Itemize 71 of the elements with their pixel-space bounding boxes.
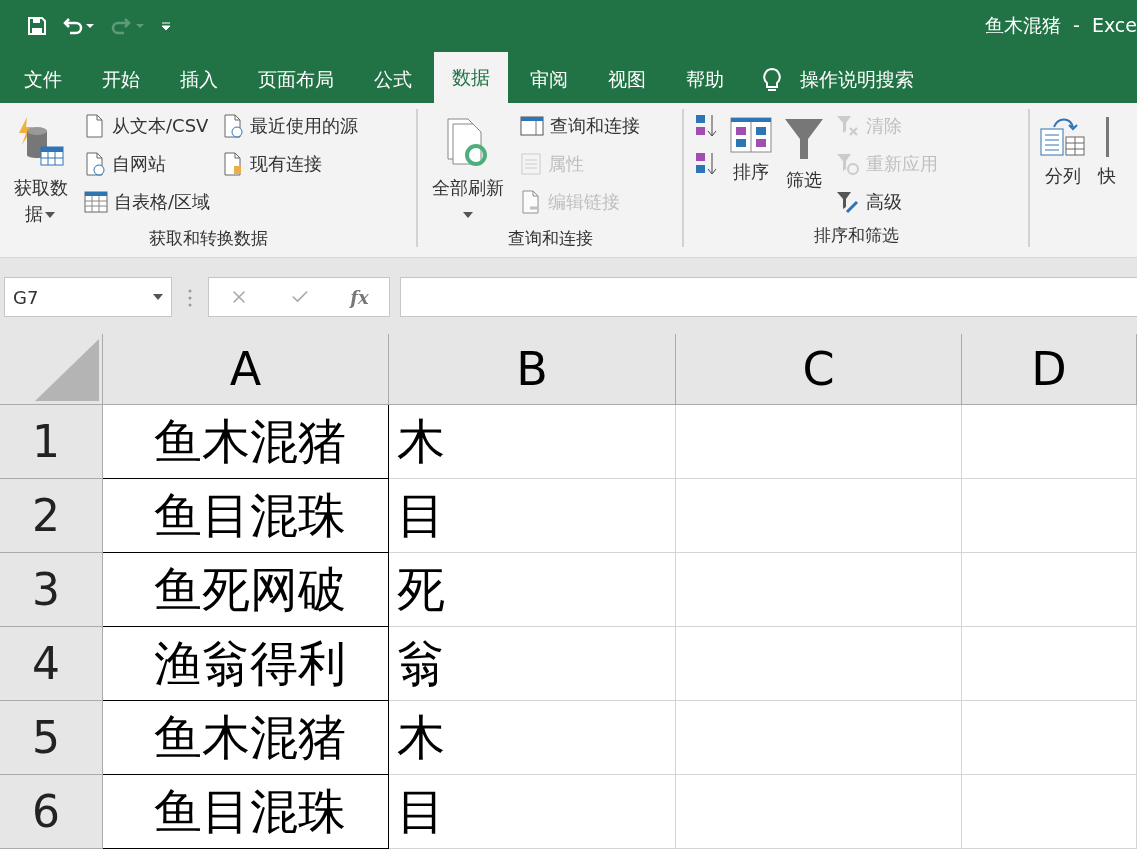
row-header[interactable]: 4 <box>0 627 103 701</box>
database-icon <box>17 117 65 169</box>
ribbon-button[interactable]: 最近使用的源 <box>222 109 359 143</box>
ribbon-button[interactable]: 查询和连接 <box>520 109 640 143</box>
window-title: 鱼木混猪 - Exce <box>984 13 1137 38</box>
formula-field[interactable] <box>400 277 1137 317</box>
ribbon-button[interactable]: 分列 <box>1040 109 1086 247</box>
grip-icon <box>188 289 192 307</box>
table-cell: 木 <box>389 405 676 479</box>
table-cell: 鱼死网破 <box>103 553 389 627</box>
ribbon-tab[interactable]: 开始 <box>84 57 158 103</box>
list-icon <box>520 153 542 175</box>
caret-icon <box>153 294 163 300</box>
table-cell: 鱼木混猪 <box>103 701 389 775</box>
lightbulb-icon <box>762 67 782 93</box>
ribbon-tab[interactable]: 数据 <box>434 52 508 103</box>
customize-icon[interactable] <box>160 20 172 32</box>
table-cell: 目 <box>389 775 676 849</box>
ribbon-tab[interactable]: 插入 <box>162 57 236 103</box>
ribbon-button[interactable]: 筛选 <box>784 109 824 224</box>
column-header[interactable]: C <box>676 334 962 405</box>
caret-icon <box>463 212 473 218</box>
row-header[interactable]: 3 <box>0 553 103 627</box>
refresh-documents-icon <box>446 117 490 169</box>
window-icon <box>520 115 544 137</box>
row-header[interactable]: 2 <box>0 479 103 553</box>
insert-function-button[interactable]: fx <box>350 286 369 308</box>
ribbon-button[interactable]: 自网站 <box>84 147 211 181</box>
row-header[interactable]: 6 <box>0 775 103 849</box>
group-label: 查询和连接 <box>507 227 593 250</box>
ribbon-button[interactable]: 排序 <box>730 109 772 224</box>
column-header[interactable]: D <box>962 334 1137 405</box>
funnel-icon <box>784 117 824 161</box>
text-to-columns-icon <box>1040 117 1086 157</box>
ribbon-button[interactable]: 从文本/CSV <box>84 109 211 143</box>
ribbon-tab[interactable]: 审阅 <box>512 57 586 103</box>
ribbon-button[interactable]: 全部刷新 <box>428 109 508 227</box>
ribbon-tab[interactable]: 帮助 <box>668 57 742 103</box>
ribbon-button[interactable]: 现有连接 <box>222 147 359 181</box>
triangle-icon <box>35 339 99 401</box>
group-label: 获取和转换数据 <box>148 227 268 250</box>
table-cell: 死 <box>389 553 676 627</box>
name-box[interactable]: G7 <box>4 277 172 317</box>
group-label: 排序和筛选 <box>813 224 899 247</box>
ribbon-tab[interactable]: 公式 <box>356 57 430 103</box>
table-cell: 鱼目混珠 <box>103 479 389 553</box>
row-header[interactable]: 1 <box>0 405 103 479</box>
filter-refresh-icon <box>836 152 860 176</box>
ribbon-button[interactable]: 快 <box>1098 109 1116 247</box>
filter-pencil-icon <box>836 190 860 214</box>
row-header[interactable]: 5 <box>0 701 103 775</box>
caret-icon <box>45 212 55 218</box>
ribbon-tab[interactable]: 文件 <box>6 57 80 103</box>
table-cell: 木 <box>389 701 676 775</box>
column-header[interactable]: B <box>389 334 676 405</box>
column-header[interactable]: A <box>103 334 389 405</box>
ribbon-button[interactable]: 自表格/区域 <box>84 185 211 219</box>
table-cell: 鱼木混猪 <box>103 405 389 479</box>
ribbon-tab[interactable]: 页面布局 <box>240 57 352 103</box>
ribbon-button[interactable]: 获取数据 <box>10 109 72 227</box>
filter-clear-icon <box>836 114 860 138</box>
ribbon-button[interactable]: 高级 <box>836 185 938 219</box>
save-icon[interactable] <box>28 17 46 35</box>
table-cell: 鱼目混珠 <box>103 775 389 849</box>
sort-icon <box>730 117 772 153</box>
table-icon <box>84 191 108 213</box>
tell-me-search[interactable]: 操作说明搜索 <box>800 67 914 93</box>
table-cell: 翁 <box>389 627 676 701</box>
table-cell: 目 <box>389 479 676 553</box>
ribbon-tab[interactable]: 视图 <box>590 57 664 103</box>
table-cell: 渔翁得利 <box>103 627 389 701</box>
